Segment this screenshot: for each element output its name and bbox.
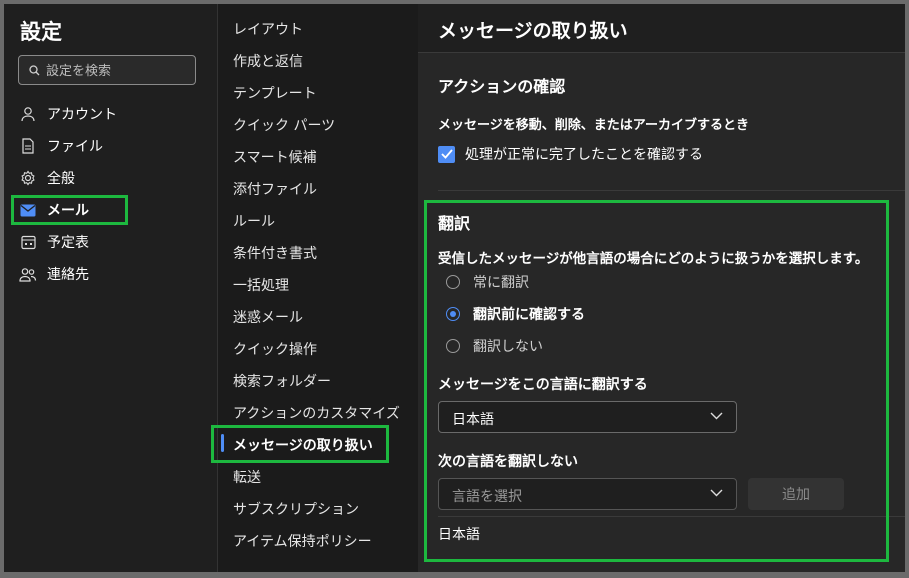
confirm-checkbox-row[interactable]: 処理が正常に完了したことを確認する <box>438 144 703 164</box>
nav-item-file[interactable]: ファイル <box>16 133 196 159</box>
settings-content-pane: メッセージの取り扱い アクションの確認 メッセージを移動、削除、またはアーカイブ… <box>418 4 905 572</box>
menu-item-forwarding[interactable]: 転送 <box>233 467 261 487</box>
highlight-box-translation <box>424 200 889 562</box>
menu-item-quick-parts[interactable]: クイック パーツ <box>233 115 335 135</box>
settings-title: 設定 <box>20 20 62 44</box>
confirm-label: メッセージを移動、削除、またはアーカイブするとき <box>438 118 749 133</box>
menu-item-templates[interactable]: テンプレート <box>233 83 317 103</box>
nav-item-general[interactable]: 全般 <box>16 165 196 191</box>
checkbox-label: 処理が正常に完了したことを確認する <box>465 147 703 163</box>
search-input[interactable] <box>44 60 193 82</box>
checkmark-icon <box>440 149 453 159</box>
file-icon <box>19 137 37 155</box>
nav-item-label: アカウント <box>47 107 117 123</box>
menu-item-subscriptions[interactable]: サブスクリプション <box>233 499 359 519</box>
menu-item-layout[interactable]: レイアウト <box>233 19 303 39</box>
calendar-icon <box>19 233 37 251</box>
menu-item-search-folders[interactable]: 検索フォルダー <box>233 371 331 391</box>
menu-item-attachments[interactable]: 添付ファイル <box>233 179 317 199</box>
section-heading-confirm: アクションの確認 <box>438 77 566 96</box>
checkbox-checked[interactable] <box>438 145 455 163</box>
menu-item-sweep[interactable]: 一括処理 <box>233 275 289 295</box>
nav-item-label: 連絡先 <box>47 267 89 283</box>
menu-item-smart-suggestions[interactable]: スマート候補 <box>233 147 317 167</box>
menu-item-compose-reply[interactable]: 作成と返信 <box>233 51 303 71</box>
nav-item-account[interactable]: アカウント <box>16 101 196 127</box>
mail-settings-menu: レイアウト 作成と返信 テンプレート クイック パーツ スマート候補 添付ファイ… <box>211 4 419 572</box>
search-icon <box>29 65 40 76</box>
page-header: メッセージの取り扱い <box>418 4 905 53</box>
settings-nav-pane: 設定 アカウント ファイル 全般 メール 予定表 <box>4 4 217 572</box>
person-icon <box>19 105 37 123</box>
highlight-box-mail <box>11 195 128 225</box>
highlight-box-message-handling <box>211 425 389 463</box>
menu-item-rules[interactable]: ルール <box>233 211 275 231</box>
people-icon <box>19 265 37 283</box>
menu-item-retention-policy[interactable]: アイテム保持ポリシー <box>233 531 372 551</box>
nav-item-label: 予定表 <box>47 235 89 251</box>
menu-item-junk-mail[interactable]: 迷惑メール <box>233 307 303 327</box>
section-divider <box>438 190 905 191</box>
menu-item-quick-steps[interactable]: クイック操作 <box>233 339 317 359</box>
gear-icon <box>19 169 37 187</box>
nav-item-label: ファイル <box>47 139 103 155</box>
menu-item-conditional-formatting[interactable]: 条件付き書式 <box>233 243 317 263</box>
menu-item-customize-actions[interactable]: アクションのカスタマイズ <box>233 403 400 423</box>
nav-item-label: 全般 <box>47 171 75 187</box>
page-title: メッセージの取り扱い <box>438 20 628 42</box>
nav-item-contacts[interactable]: 連絡先 <box>16 261 196 287</box>
settings-search-box[interactable] <box>18 55 196 85</box>
nav-item-calendar[interactable]: 予定表 <box>16 229 196 255</box>
